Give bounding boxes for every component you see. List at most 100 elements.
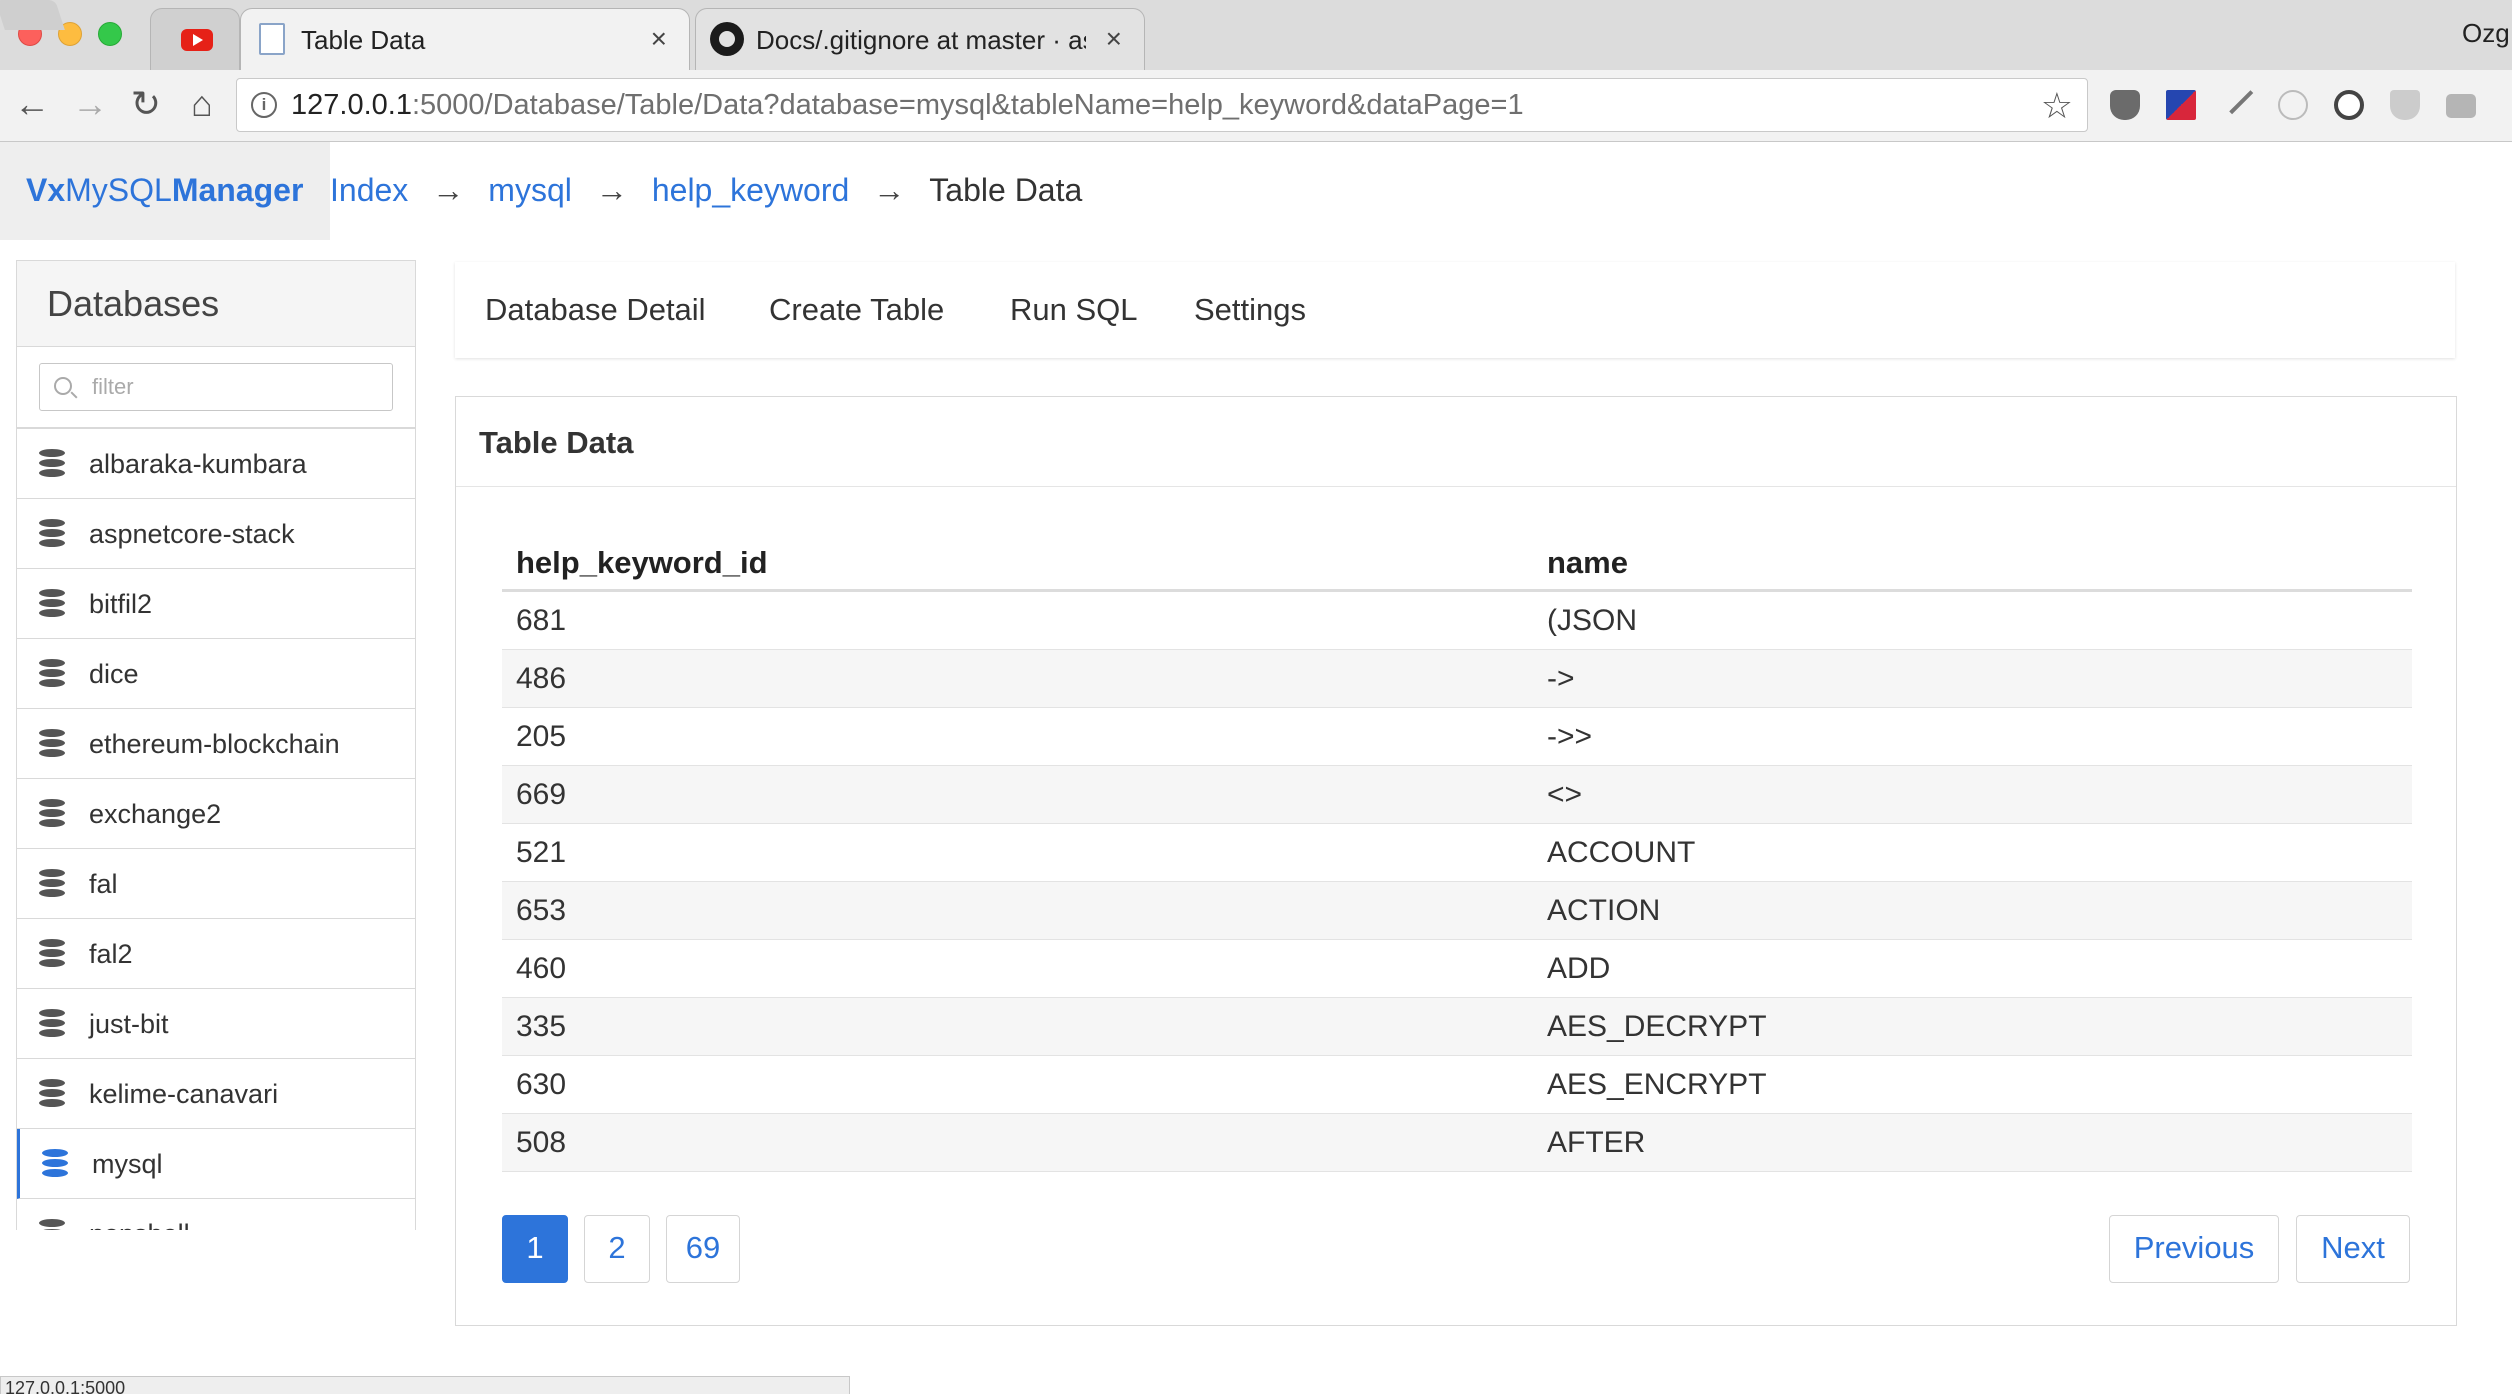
- table-cell: AES_ENCRYPT: [1547, 1068, 1767, 1101]
- eyedropper-extension-icon[interactable]: [2220, 81, 2254, 115]
- breadcrumb-current: Table Data: [929, 172, 1083, 208]
- table-cell: 521: [516, 836, 567, 869]
- table-cell: ADD: [1547, 952, 1611, 985]
- database-filter-input[interactable]: [40, 364, 392, 410]
- breadcrumb: Index → mysql → help_keyword → Table Data: [330, 172, 1082, 209]
- info-icon[interactable]: i: [251, 92, 277, 118]
- sidebar-item-exchange2[interactable]: exchange2: [17, 779, 415, 849]
- breadcrumb-database[interactable]: mysql: [488, 172, 572, 208]
- database-icon: [39, 1079, 65, 1109]
- table-cell: ->: [1547, 662, 1575, 695]
- table-cell: ->>: [1547, 720, 1593, 753]
- breadcrumb-arrow-icon: →: [432, 172, 465, 208]
- table-row: 460 ADD: [502, 940, 2412, 998]
- page-1-button[interactable]: 1: [502, 1215, 568, 1283]
- back-arrow-icon[interactable]: ←: [12, 84, 52, 124]
- reload-icon[interactable]: ↻: [126, 84, 166, 124]
- page-2-button[interactable]: 2: [584, 1215, 650, 1283]
- sidebar-item-label: kelime-canavari: [89, 1079, 279, 1109]
- sidebar-item-ethereum-blockchain[interactable]: ethereum-blockchain: [17, 709, 415, 779]
- table-cell: ACTION: [1547, 894, 1661, 927]
- breadcrumb-index[interactable]: Index: [330, 172, 408, 208]
- page-69-button[interactable]: 69: [666, 1215, 740, 1283]
- sidebar-item-label: mysql: [92, 1149, 163, 1179]
- column-header: name: [1547, 545, 1628, 580]
- tab-title: Table Data: [301, 25, 426, 55]
- brand-middle: MySQL: [65, 172, 172, 208]
- sidebar-item-dice[interactable]: dice: [17, 639, 415, 709]
- table-row: 205 ->>: [502, 708, 2412, 766]
- table-cell: 460: [516, 952, 567, 985]
- close-icon[interactable]: ×: [1106, 23, 1122, 55]
- new-tab-button[interactable]: [0, 0, 65, 30]
- data-table: help_keyword_id name 681 (JSON 486 -> 205 ->>…: [502, 537, 2412, 1172]
- address-bar[interactable]: i 127.0.0.1:5000/Database/Table/Data?dat…: [236, 78, 2088, 132]
- sidebar-item-bitfil2[interactable]: bitfil2: [17, 569, 415, 639]
- sidebar-item-albaraka-kumbara[interactable]: albaraka-kumbara: [17, 429, 415, 499]
- flag-extension-icon[interactable]: [2166, 90, 2196, 120]
- sidebar-item-fal[interactable]: fal: [17, 849, 415, 919]
- sidebar-item-nopshell[interactable]: nopshell: [17, 1199, 415, 1230]
- table-cell: 205: [516, 720, 567, 753]
- sidebar-item-just-bit[interactable]: just-bit: [17, 989, 415, 1059]
- browser-tab-youtube[interactable]: [150, 8, 240, 70]
- database-list: albaraka-kumbara aspnetcore-stack bitfil2 d…: [17, 429, 415, 1230]
- table-data-panel: Table Data help_keyword_id name 681 (JSON…: [455, 396, 2457, 1326]
- close-icon[interactable]: ×: [651, 23, 667, 55]
- youtube-icon: [181, 29, 213, 51]
- home-icon[interactable]: ⌂: [182, 84, 222, 124]
- tab-create-table[interactable]: Create Table: [769, 292, 944, 328]
- tab-settings[interactable]: Settings: [1194, 292, 1306, 328]
- sidebar-item-kelime-canavari[interactable]: kelime-canavari: [17, 1059, 415, 1129]
- next-page-button[interactable]: Next: [2296, 1215, 2410, 1283]
- database-icon: [39, 589, 65, 619]
- sidebar-item-aspnetcore-stack[interactable]: aspnetcore-stack: [17, 499, 415, 569]
- tab-run-sql[interactable]: Run SQL: [1010, 292, 1138, 328]
- table-row: 653 ACTION: [502, 882, 2412, 940]
- brand-prefix: Vx: [26, 172, 66, 208]
- brand-logo[interactable]: VxMySQLManager: [0, 142, 330, 240]
- column-header: help_keyword_id: [516, 545, 768, 580]
- sidebar-item-label: exchange2: [89, 799, 222, 829]
- breadcrumb-arrow-icon: →: [873, 172, 906, 208]
- table-cell: 653: [516, 894, 567, 927]
- panel-title: Table Data: [456, 397, 2456, 487]
- table-row: 681 (JSON: [502, 592, 2412, 650]
- tab-title: Docs/.gitignore at master · asp: [756, 25, 1086, 55]
- ublock-extension-icon[interactable]: [2110, 90, 2140, 120]
- database-icon: [39, 939, 65, 969]
- code-extension-icon[interactable]: [2278, 90, 2308, 120]
- sidebar-title: Databases: [17, 261, 415, 347]
- database-icon: [39, 799, 65, 829]
- camera-extension-icon[interactable]: [2446, 94, 2476, 118]
- table-row: 630 AES_ENCRYPT: [502, 1056, 2412, 1114]
- sidebar-item-label: ethereum-blockchain: [89, 729, 340, 759]
- table-cell: (JSON: [1547, 604, 1637, 637]
- brand-suffix: Manager: [171, 172, 304, 208]
- breadcrumb-table[interactable]: help_keyword: [652, 172, 849, 208]
- sidebar-filter-area: [17, 347, 415, 429]
- window-zoom-button[interactable]: [98, 22, 122, 46]
- profile-name[interactable]: Ozg: [2462, 18, 2512, 49]
- bookmark-star-icon[interactable]: ☆: [2041, 85, 2073, 127]
- forward-arrow-icon[interactable]: →: [70, 84, 110, 124]
- table-cell: 669: [516, 778, 567, 811]
- sidebar-item-label: fal2: [89, 939, 133, 969]
- browser-tab-table-data[interactable]: Table Data ×: [240, 8, 690, 70]
- filter-box: [39, 363, 393, 411]
- sidebar-item-label: bitfil2: [89, 589, 153, 619]
- url-text[interactable]: 127.0.0.1:5000/Database/Table/Data?datab…: [291, 89, 1524, 122]
- table-cell: 335: [516, 1010, 567, 1043]
- table-cell: <>: [1547, 778, 1583, 811]
- databases-sidebar: Databases albaraka-kumbara aspnetcore-sta…: [16, 260, 416, 1230]
- sidebar-item-fal2[interactable]: fal2: [17, 919, 415, 989]
- table-body: 681 (JSON 486 -> 205 ->> 669 <> 521 ACCOUNT 653 ACT…: [502, 592, 2412, 1172]
- shield-extension-icon[interactable]: [2390, 90, 2420, 120]
- previous-page-button[interactable]: Previous: [2109, 1215, 2279, 1283]
- record-extension-icon[interactable]: [2334, 90, 2364, 120]
- tab-database-detail[interactable]: Database Detail: [485, 292, 706, 328]
- url-path: :5000/Database/Table/Data?database=mysql…: [411, 89, 1524, 121]
- sidebar-item-mysql[interactable]: mysql: [17, 1129, 415, 1199]
- table-cell: 630: [516, 1068, 567, 1101]
- browser-tab-github[interactable]: Docs/.gitignore at master · asp ×: [695, 8, 1145, 70]
